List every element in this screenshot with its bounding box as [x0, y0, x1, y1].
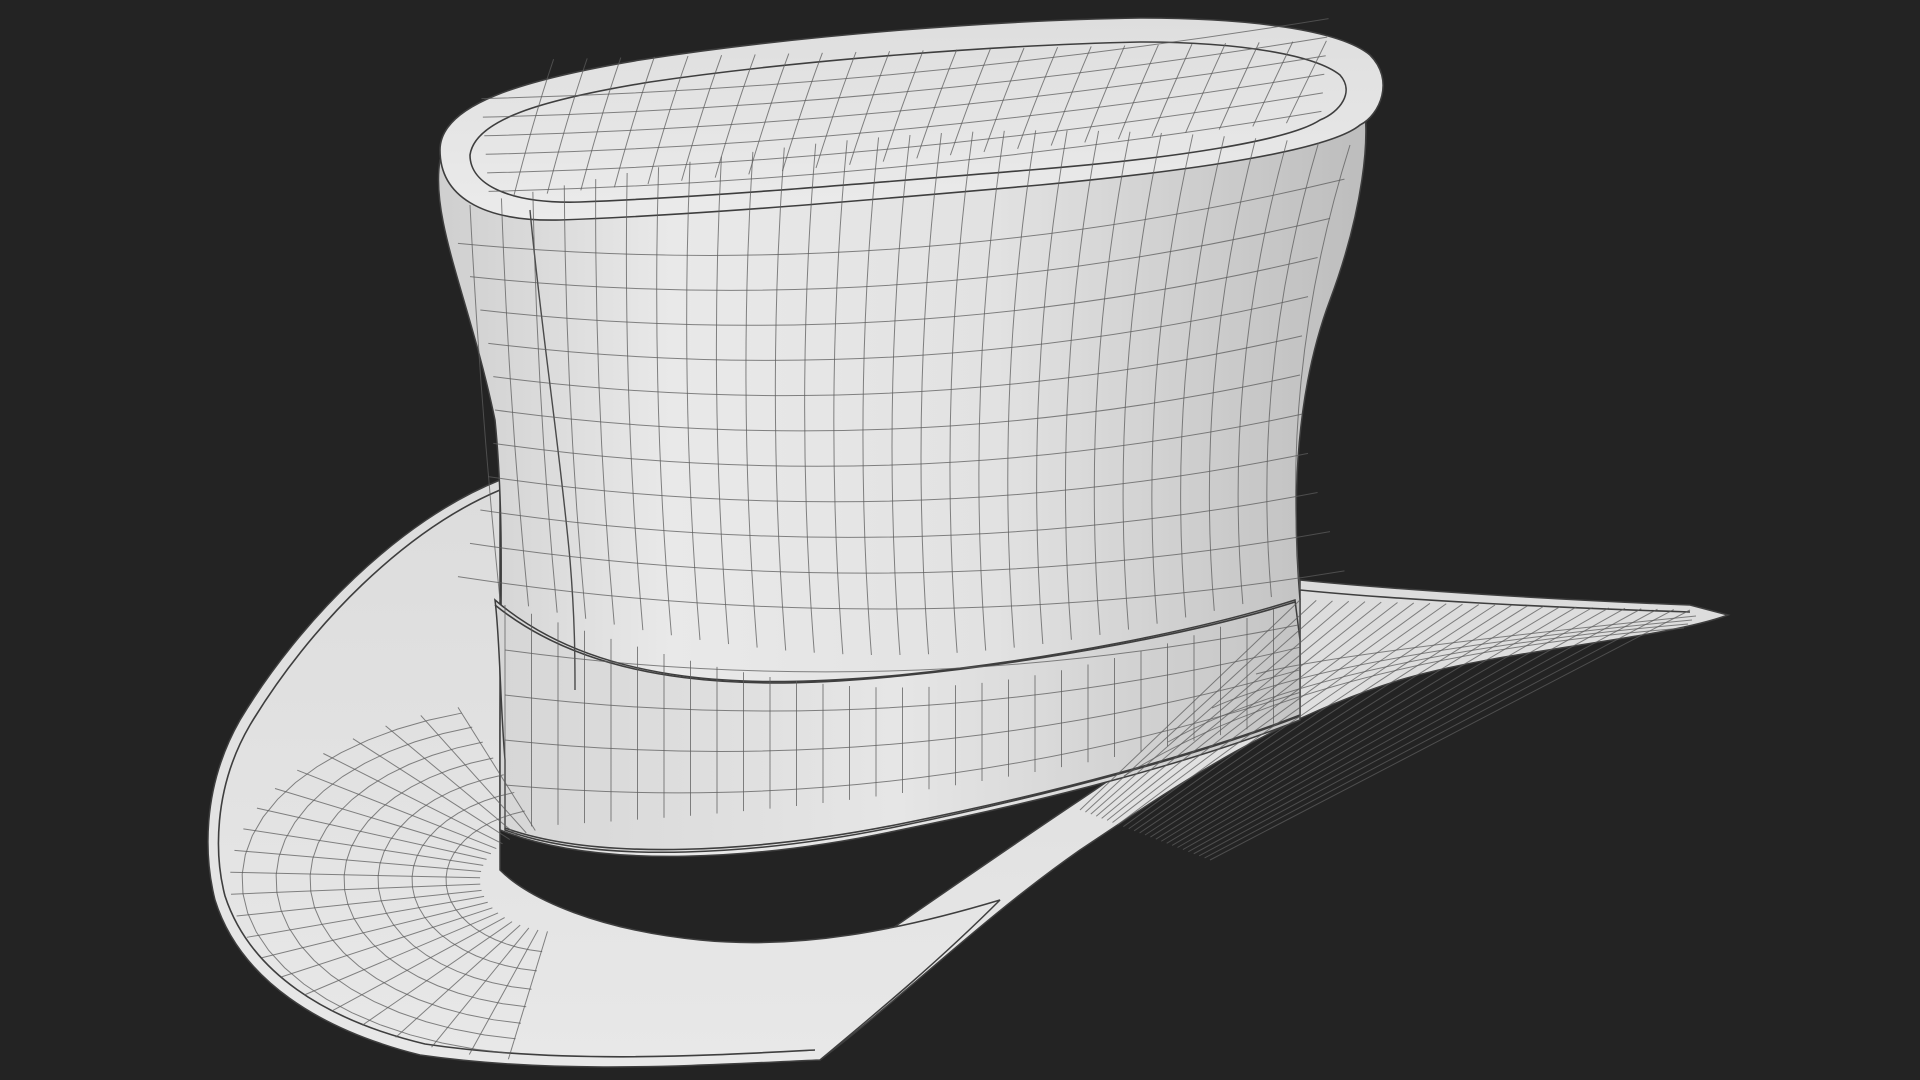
render-viewport: [0, 0, 1920, 1080]
top-hat-model: [207, 17, 1731, 1068]
